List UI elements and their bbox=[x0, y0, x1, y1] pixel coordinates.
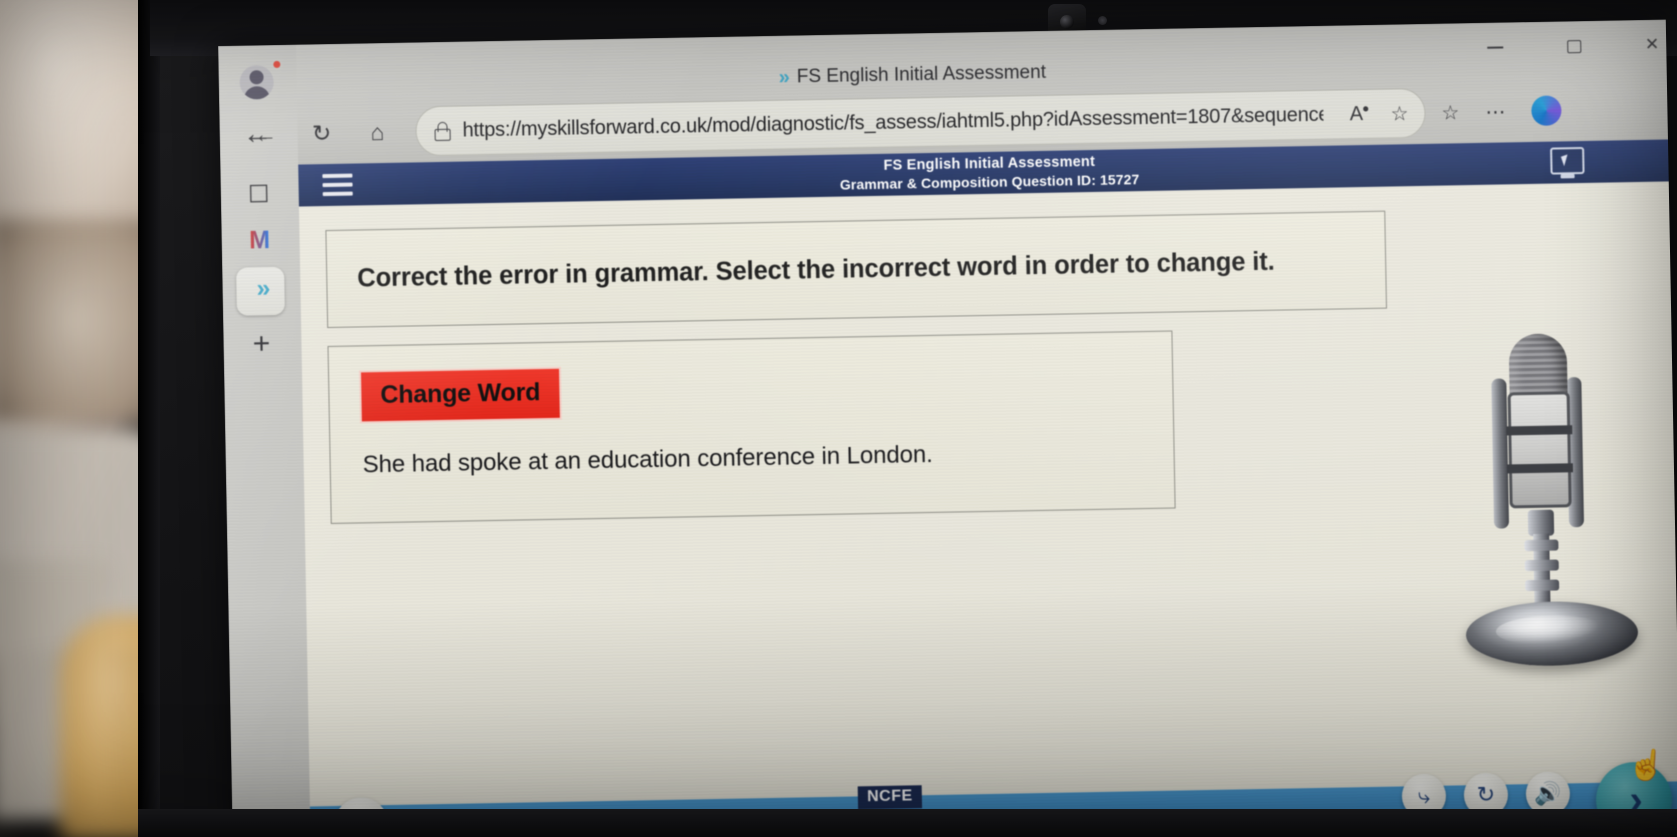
tab-actions-icon[interactable]: ☐ bbox=[232, 171, 285, 218]
microphone-icon bbox=[1457, 332, 1643, 668]
answer-box: Change Word She had spoke at an educatio… bbox=[327, 330, 1176, 525]
lock-icon bbox=[432, 121, 450, 141]
tab-title-text: FS English Initial Assessment bbox=[796, 61, 1047, 88]
webcam-led bbox=[1098, 16, 1107, 25]
window-controls: ✕ bbox=[1473, 27, 1674, 65]
refresh-icon[interactable]: ↻ bbox=[293, 111, 350, 156]
profile-avatar[interactable] bbox=[230, 58, 283, 106]
gmail-tab-icon[interactable]: M bbox=[233, 217, 286, 264]
url-text: https://myskillsforward.co.uk/mod/diagno… bbox=[462, 103, 1324, 142]
maximize-button[interactable] bbox=[1566, 39, 1582, 53]
active-tab-title[interactable]: » FS English Initial Assessment bbox=[778, 57, 1046, 94]
collections-icon[interactable]: ☆ bbox=[1441, 100, 1459, 125]
question-instruction: Correct the error in grammar. Select the… bbox=[357, 247, 1275, 292]
vertical-tab-strip[interactable]: ← ☐ M » + bbox=[218, 44, 311, 837]
close-button[interactable]: ✕ bbox=[1645, 35, 1660, 55]
tab-favicon-icon: » bbox=[778, 66, 785, 89]
laptop-left-edge bbox=[138, 0, 160, 837]
minimize-button[interactable] bbox=[1487, 46, 1504, 49]
assessment-page: FS English Initial Assessment Grammar & … bbox=[298, 139, 1677, 837]
new-tab-button[interactable]: + bbox=[235, 321, 288, 368]
more-options-icon[interactable]: ⋯ bbox=[1485, 99, 1505, 124]
photo-of-laptop-screen: ← ☐ M » + » FS English Initial Assessmen… bbox=[0, 0, 1677, 837]
question-sentence[interactable]: She had spoke at an education conference… bbox=[362, 441, 932, 479]
question-instruction-box: Correct the error in grammar. Select the… bbox=[325, 210, 1388, 329]
background-object bbox=[0, 0, 160, 230]
browser-toolbar-actions: ☆ ⋯ bbox=[1441, 85, 1562, 137]
read-aloud-icon[interactable]: A⏺ bbox=[1349, 102, 1368, 125]
back-arrow-icon[interactable]: ← bbox=[237, 112, 294, 157]
assessment-content: Correct the error in grammar. Select the… bbox=[298, 181, 1677, 807]
notification-badge bbox=[271, 58, 283, 71]
favorite-star-icon[interactable]: ☆ bbox=[1390, 101, 1408, 126]
laptop-screen: ← ☐ M » + » FS English Initial Assessmen… bbox=[218, 19, 1677, 837]
change-word-button[interactable]: Change Word bbox=[361, 368, 560, 422]
ncfe-logo: NCFE bbox=[857, 785, 922, 810]
fs-english-tab-icon[interactable]: » bbox=[234, 265, 287, 312]
copilot-icon[interactable] bbox=[1531, 95, 1562, 126]
background-object bbox=[0, 220, 160, 420]
home-icon[interactable]: ⌂ bbox=[349, 110, 406, 155]
laptop-bottom-edge bbox=[138, 809, 1677, 837]
hand-pointer-icon: ☝ bbox=[1626, 747, 1667, 784]
fullscreen-monitor-icon[interactable] bbox=[1550, 146, 1585, 175]
